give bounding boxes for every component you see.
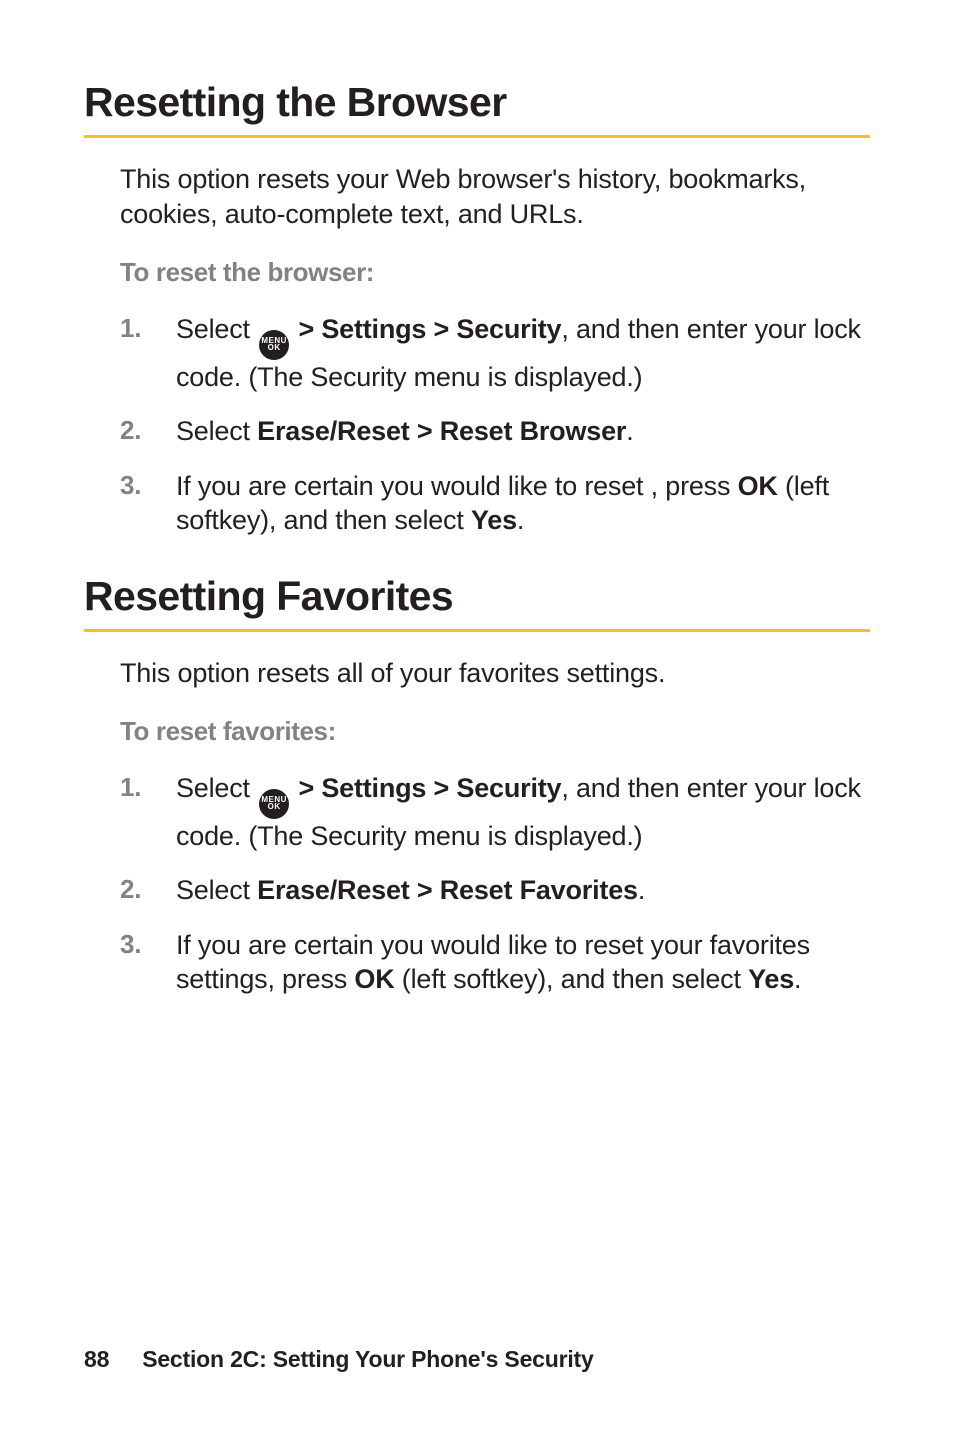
- menu-ok-icon: MENUOK: [259, 330, 289, 360]
- intro-paragraph: This option resets your Web browser's hi…: [120, 162, 870, 231]
- intro-paragraph: This option resets all of your favorites…: [120, 656, 870, 691]
- step-plain-2: .: [794, 964, 801, 994]
- step-bold-1: Erase/Reset > Reset Browser: [257, 416, 626, 446]
- step-number: 3.: [120, 469, 160, 502]
- menu-ok-icon: MENUOK: [259, 789, 289, 819]
- step-text-pre: Select: [176, 875, 257, 905]
- step-plain-1: (left softkey), and then select: [395, 964, 749, 994]
- step-bold-1: > Settings > Security: [291, 314, 561, 344]
- step-number: 2.: [120, 414, 160, 447]
- step-number: 1.: [120, 771, 160, 804]
- step-bold-1: OK: [738, 471, 778, 501]
- steps-list-browser: 1. Select MENUOK > Settings > Security, …: [120, 302, 870, 548]
- subhead-reset-favorites: To reset favorites:: [120, 716, 870, 747]
- step-plain-1: .: [626, 416, 633, 446]
- icon-bottom-text: OK: [261, 345, 287, 351]
- step-item: 1. Select MENUOK > Settings > Security, …: [120, 302, 870, 404]
- page-number: 88: [84, 1346, 136, 1373]
- step-text-pre: Select: [176, 314, 257, 344]
- heading-resetting-favorites: Resetting Favorites: [84, 574, 870, 632]
- step-number: 3.: [120, 928, 160, 961]
- page-content: Resetting the Browser This option resets…: [0, 0, 954, 1007]
- step-bold-1: Erase/Reset > Reset Favorites: [257, 875, 638, 905]
- step-item: 3. If you are certain you would like to …: [120, 918, 870, 1007]
- step-text-pre: Select: [176, 416, 257, 446]
- section-label: Section 2C: Setting Your Phone's Securit…: [142, 1346, 593, 1372]
- icon-bottom-text: OK: [261, 804, 287, 810]
- step-bold-1: > Settings > Security: [291, 773, 561, 803]
- step-number: 2.: [120, 873, 160, 906]
- steps-list-favorites: 1. Select MENUOK > Settings > Security, …: [120, 761, 870, 1007]
- step-item: 2. Select Erase/Reset > Reset Favorites.: [120, 863, 870, 918]
- step-item: 3. If you are certain you would like to …: [120, 459, 870, 548]
- step-bold-1: OK: [354, 964, 394, 994]
- step-plain-2: .: [517, 505, 524, 535]
- page-footer: 88 Section 2C: Setting Your Phone's Secu…: [84, 1346, 594, 1373]
- step-bold-2: Yes: [748, 964, 794, 994]
- step-text-pre: Select: [176, 773, 257, 803]
- step-bold-2: Yes: [471, 505, 517, 535]
- step-plain-1: .: [638, 875, 645, 905]
- step-number: 1.: [120, 312, 160, 345]
- step-item: 2. Select Erase/Reset > Reset Browser.: [120, 404, 870, 459]
- step-text-pre: If you are certain you would like to res…: [176, 471, 738, 501]
- step-item: 1. Select MENUOK > Settings > Security, …: [120, 761, 870, 863]
- subhead-reset-browser: To reset the browser:: [120, 257, 870, 288]
- heading-resetting-browser: Resetting the Browser: [84, 80, 870, 138]
